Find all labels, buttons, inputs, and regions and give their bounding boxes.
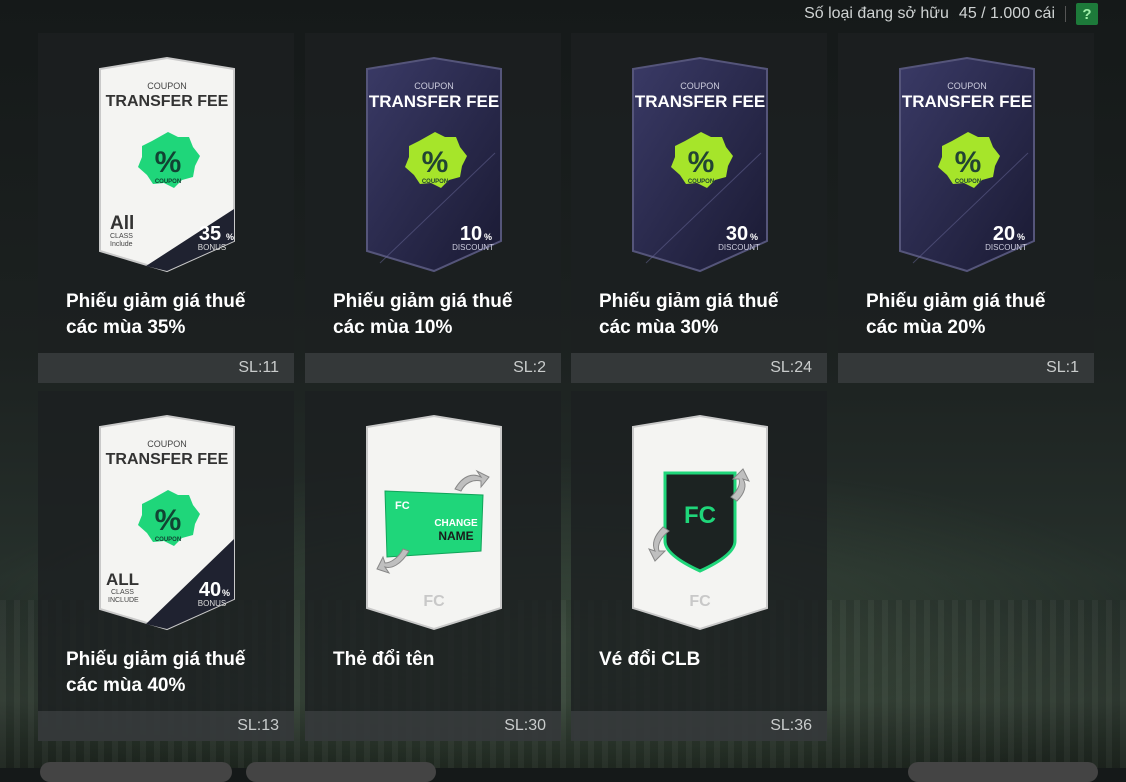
card-text-2: NAME bbox=[438, 529, 473, 543]
item-tile[interactable]: COUPON TRANSFER FEE % COUPON 10 % DISCOU… bbox=[305, 33, 561, 383]
coupon-card-image: COUPON TRANSFER FEE % COUPON ALL CLASS I… bbox=[99, 414, 235, 631]
svg-text:FC: FC bbox=[689, 593, 711, 610]
coupon-value-unit: % bbox=[222, 588, 230, 598]
bottom-button-right[interactable] bbox=[908, 762, 1098, 782]
help-button[interactable]: ? bbox=[1076, 3, 1098, 25]
badge-sub: COUPON bbox=[155, 537, 181, 543]
coupon-value-unit: % bbox=[484, 232, 492, 242]
coupon-value-label: DISCOUNT bbox=[718, 243, 760, 252]
item-name: Phiếu giảm giá thuế các mùa 40% bbox=[66, 649, 246, 696]
coupon-value-label: BONUS bbox=[198, 599, 226, 608]
badge-percent: % bbox=[155, 504, 182, 537]
coupon-value-unit: % bbox=[750, 232, 758, 242]
item-tile[interactable]: COUPON TRANSFER FEE % COUPON 30 % DISCOU… bbox=[571, 33, 827, 383]
coupon-value-label: DISCOUNT bbox=[452, 243, 494, 252]
svg-text:FC: FC bbox=[395, 500, 410, 512]
coupon-value-unit: % bbox=[226, 232, 234, 242]
item-name: Thẻ đổi tên bbox=[333, 649, 435, 670]
coupon-value: 30 bbox=[726, 223, 748, 245]
item-quantity: SL:36 bbox=[571, 711, 827, 741]
badge-percent: % bbox=[688, 146, 715, 179]
item-tile[interactable]: COUPON TRANSFER FEE % COUPON ALL CLASS I… bbox=[38, 391, 294, 741]
club-card-image: FC FC bbox=[632, 414, 768, 631]
rename-card-image: FC CHANGE NAME FC bbox=[366, 414, 502, 631]
badge-percent: % bbox=[955, 146, 982, 179]
coupon-title: TRANSFER FEE bbox=[635, 92, 765, 111]
class-line-1: CLASS bbox=[110, 233, 133, 240]
coupon-title: TRANSFER FEE bbox=[369, 92, 499, 111]
coupon-top-text: COUPON bbox=[147, 439, 187, 449]
badge-percent: % bbox=[155, 146, 182, 179]
item-name: Vé đổi CLB bbox=[599, 649, 701, 670]
coupon-value: 10 bbox=[460, 223, 482, 245]
item-name: Phiếu giảm giá thuế các mùa 10% bbox=[333, 291, 513, 338]
item-name: Phiếu giảm giá thuế các mùa 20% bbox=[866, 291, 1046, 338]
coupon-title: TRANSFER FEE bbox=[106, 93, 229, 110]
item-quantity: SL:11 bbox=[38, 353, 294, 383]
class-line-2: Include bbox=[110, 241, 133, 248]
coupon-title: TRANSFER FEE bbox=[106, 451, 229, 468]
item-quantity: SL:13 bbox=[38, 711, 294, 741]
coupon-title: TRANSFER FEE bbox=[902, 92, 1032, 111]
item-quantity: SL:2 bbox=[305, 353, 561, 383]
coupon-card-image: COUPON TRANSFER FEE % COUPON 20 % DISCOU… bbox=[899, 56, 1035, 273]
item-name: Phiếu giảm giá thuế các mùa 35% bbox=[66, 291, 246, 338]
badge-percent: % bbox=[422, 146, 449, 179]
coupon-top-text: COUPON bbox=[680, 81, 720, 91]
coupon-value: 20 bbox=[993, 223, 1015, 245]
coupon-value: 40 bbox=[199, 579, 221, 601]
item-quantity: SL:1 bbox=[838, 353, 1094, 383]
badge-sub: COUPON bbox=[422, 179, 448, 185]
bottom-button-middle[interactable] bbox=[246, 762, 436, 782]
class-line-2: INCLUDE bbox=[108, 597, 139, 604]
coupon-card-image: COUPON TRANSFER FEE % COUPON All CLASS I… bbox=[99, 56, 235, 273]
coupon-value-label: DISCOUNT bbox=[985, 243, 1027, 252]
coupon-top-text: COUPON bbox=[147, 81, 187, 91]
owned-count: 45 / 1.000 cái bbox=[958, 5, 1055, 22]
badge-sub: COUPON bbox=[688, 179, 714, 185]
badge-sub: COUPON bbox=[155, 179, 181, 185]
coupon-value: 35 bbox=[199, 223, 221, 245]
coupon-value-unit: % bbox=[1017, 232, 1025, 242]
coupon-card-image: COUPON TRANSFER FEE % COUPON 30 % DISCOU… bbox=[632, 56, 768, 273]
item-tile[interactable]: FC FC Vé đổi CLB SL:36 bbox=[571, 391, 827, 741]
item-quantity: SL:30 bbox=[305, 711, 561, 741]
item-name: Phiếu giảm giá thuế các mùa 30% bbox=[599, 291, 779, 338]
item-tile[interactable]: COUPON TRANSFER FEE % COUPON 20 % DISCOU… bbox=[838, 33, 1094, 383]
owned-label: Số loại đang sở hữu bbox=[804, 5, 949, 22]
bottom-button-left[interactable] bbox=[40, 762, 232, 782]
divider bbox=[1065, 6, 1066, 22]
svg-text:FC: FC bbox=[423, 593, 445, 610]
coupon-top-text: COUPON bbox=[947, 81, 987, 91]
coupon-top-text: COUPON bbox=[414, 81, 454, 91]
badge-sub: COUPON bbox=[955, 179, 981, 185]
item-tile[interactable]: FC CHANGE NAME FC Thẻ đổi tên SL:30 bbox=[305, 391, 561, 741]
card-text-1: CHANGE bbox=[434, 518, 478, 529]
all-text: All bbox=[110, 213, 134, 234]
owned-summary: Số loại đang sở hữu 45 / 1.000 cái ? bbox=[804, 0, 1098, 28]
svg-text:FC: FC bbox=[684, 502, 716, 529]
item-tile[interactable]: COUPON TRANSFER FEE % COUPON All CLASS I… bbox=[38, 33, 294, 383]
class-line-1: CLASS bbox=[111, 589, 134, 596]
coupon-value-label: BONUS bbox=[198, 243, 226, 252]
coupon-card-image: COUPON TRANSFER FEE % COUPON 10 % DISCOU… bbox=[366, 56, 502, 273]
all-text: ALL bbox=[106, 570, 139, 589]
item-quantity: SL:24 bbox=[571, 353, 827, 383]
